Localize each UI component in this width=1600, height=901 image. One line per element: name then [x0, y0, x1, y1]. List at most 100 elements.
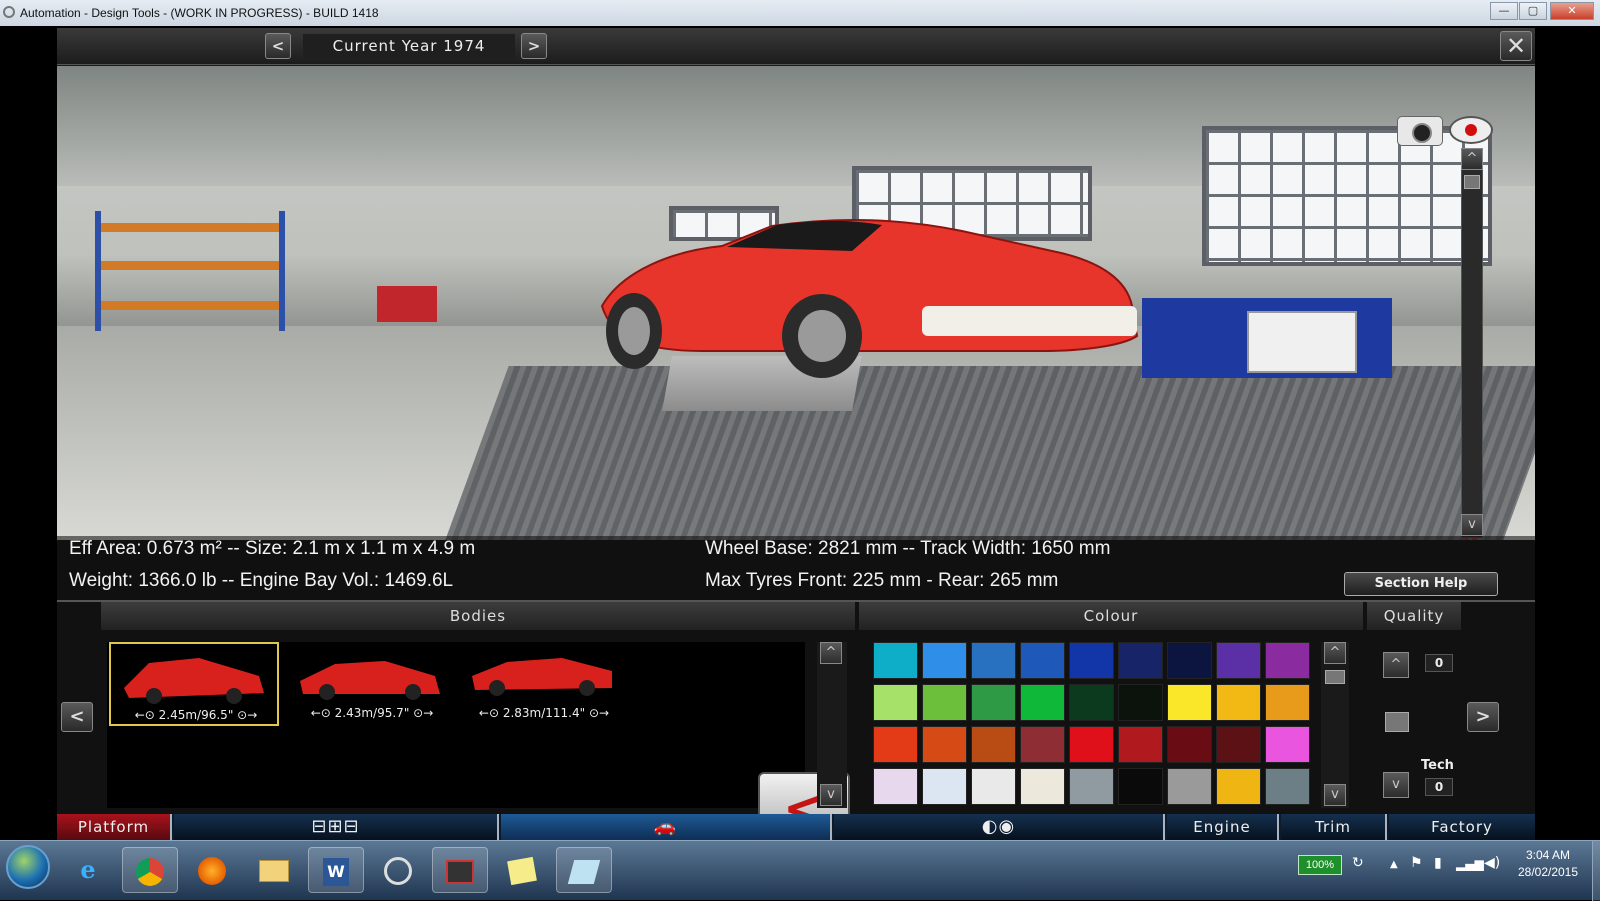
word-icon[interactable]: W — [308, 847, 364, 893]
colour-swatch[interactable] — [1265, 684, 1310, 721]
app-icon[interactable] — [370, 847, 426, 893]
tab-factory[interactable]: Factory — [1389, 814, 1535, 840]
screenshot-camera-icon[interactable] — [1397, 116, 1443, 146]
clock-date[interactable]: 28/02/2015 — [1508, 865, 1588, 879]
body-caption: ←⊙ 2.43m/95.7" ⊙→ — [310, 706, 434, 720]
colour-swatch[interactable] — [1167, 726, 1212, 763]
colour-swatch[interactable] — [1265, 642, 1310, 679]
car-model — [600, 218, 1139, 378]
3d-viewport[interactable]: ^ v ✕ — [57, 66, 1535, 540]
colour-swatch[interactable] — [1020, 684, 1065, 721]
colour-swatch[interactable] — [1020, 768, 1065, 805]
colour-swatch[interactable] — [971, 684, 1016, 721]
tab-lights[interactable]: ◐◉ — [834, 814, 1165, 840]
tab-trim[interactable]: Trim — [1281, 814, 1387, 840]
bodies-scrollbar[interactable]: ^ v — [817, 642, 847, 808]
window-close-button[interactable]: ✕ — [1550, 2, 1594, 20]
colour-swatch[interactable] — [873, 642, 918, 679]
colour-swatch[interactable] — [1069, 726, 1114, 763]
colour-swatch[interactable] — [971, 726, 1016, 763]
colour-swatch[interactable] — [1118, 642, 1163, 679]
quality-up-button[interactable]: ^ — [1383, 652, 1409, 678]
start-button[interactable] — [6, 845, 50, 889]
colour-swatch[interactable] — [873, 684, 918, 721]
colour-swatch[interactable] — [1216, 684, 1261, 721]
colour-scroll-up-button[interactable]: ^ — [1324, 642, 1346, 664]
close-designer-button[interactable]: ✕ — [1500, 31, 1532, 61]
maximize-button[interactable]: ▢ — [1519, 2, 1547, 20]
file-explorer-icon[interactable] — [246, 847, 302, 893]
colour-swatch[interactable] — [1069, 768, 1114, 805]
colour-swatch[interactable] — [1167, 768, 1212, 805]
colour-swatch[interactable] — [1069, 642, 1114, 679]
colour-swatch[interactable] — [922, 684, 967, 721]
minimize-button[interactable]: — — [1490, 2, 1518, 20]
volume-icon[interactable]: ◀) — [1484, 855, 1500, 871]
chrome-icon[interactable] — [122, 847, 178, 893]
colour-swatch[interactable] — [1265, 726, 1310, 763]
colour-scroll-thumb[interactable] — [1325, 670, 1345, 684]
zoom-scrollbar[interactable]: ^ v — [1461, 148, 1483, 538]
colour-swatch[interactable] — [1069, 684, 1114, 721]
body-card[interactable]: ←⊙ 2.83m/111.4" ⊙→ — [459, 642, 629, 726]
colour-swatch[interactable] — [873, 726, 918, 763]
stat-wheelbase-track: Wheel Base: 2821 mm -- Track Width: 1650… — [705, 538, 1111, 559]
stats-overlay: Eff Area: 0.673 m² -- Size: 2.1 m x 1.1 … — [57, 536, 1535, 600]
show-hidden-icons-icon[interactable]: ▲ — [1390, 859, 1398, 870]
quality-slider-thumb[interactable] — [1385, 712, 1409, 732]
colour-swatch[interactable] — [1167, 642, 1212, 679]
colour-swatch[interactable] — [1020, 642, 1065, 679]
colour-swatch[interactable] — [1265, 768, 1310, 805]
next-section-button[interactable]: > — [1467, 702, 1499, 732]
sync-icon[interactable]: ↻ — [1352, 855, 1364, 871]
colour-swatch[interactable] — [1167, 684, 1212, 721]
colour-swatch[interactable] — [1118, 726, 1163, 763]
prev-year-button[interactable]: < — [265, 33, 291, 59]
zoom-scroll-thumb[interactable] — [1464, 175, 1480, 189]
shelf-bar — [101, 301, 279, 310]
body-thumbnail — [124, 658, 264, 704]
tech-value: 0 — [1425, 778, 1453, 796]
colour-swatch[interactable] — [873, 768, 918, 805]
colour-swatch[interactable] — [1020, 726, 1065, 763]
battery-indicator[interactable]: 100% — [1298, 855, 1342, 875]
bodies-scroll-up-button[interactable]: ^ — [820, 642, 842, 664]
photo-viewer-icon[interactable] — [432, 847, 488, 893]
colour-swatch[interactable] — [922, 642, 967, 679]
colour-scroll-down-button[interactable]: v — [1324, 784, 1346, 806]
colour-swatch[interactable] — [922, 768, 967, 805]
network-signal-icon[interactable]: ▂▄▆ — [1456, 857, 1484, 871]
colour-swatch[interactable] — [1118, 684, 1163, 721]
sticky-notes-icon[interactable] — [494, 847, 550, 893]
colour-swatch[interactable] — [922, 726, 967, 763]
firefox-icon[interactable] — [184, 847, 240, 893]
action-center-flag-icon[interactable]: ⚑ — [1410, 855, 1423, 871]
colour-scrollbar[interactable]: ^ v — [1321, 642, 1349, 808]
section-help-button[interactable]: Section Help — [1344, 572, 1498, 596]
show-desktop-button[interactable] — [1592, 841, 1600, 901]
internet-explorer-icon[interactable]: e — [60, 847, 116, 893]
quality-down-button[interactable]: v — [1383, 772, 1409, 798]
body-card[interactable]: ←⊙ 2.43m/95.7" ⊙→ — [287, 642, 457, 726]
bodies-scroll-down-button[interactable]: v — [820, 784, 842, 806]
tab-chassis[interactable]: ⊟⊞⊟ — [174, 814, 499, 840]
tab-platform[interactable]: Platform — [57, 814, 172, 840]
power-icon[interactable]: ▮ — [1434, 855, 1442, 871]
clock-time[interactable]: 3:04 AM — [1508, 848, 1588, 862]
next-year-button[interactable]: > — [521, 33, 547, 59]
body-caption: ←⊙ 2.45m/96.5" ⊙→ — [134, 708, 258, 722]
colour-swatch[interactable] — [1216, 726, 1261, 763]
previous-section-button[interactable]: < — [61, 702, 93, 732]
colour-swatch[interactable] — [971, 642, 1016, 679]
colour-swatch[interactable] — [971, 768, 1016, 805]
automation-icon[interactable] — [556, 847, 612, 893]
zoom-up-button[interactable]: ^ — [1461, 148, 1483, 170]
tab-engine[interactable]: Engine — [1167, 814, 1279, 840]
colour-swatch[interactable] — [1216, 768, 1261, 805]
current-year-label: Current Year 1974 — [303, 34, 515, 58]
view-toggle-eye-icon[interactable] — [1449, 116, 1493, 144]
body-card[interactable]: ←⊙ 2.45m/96.5" ⊙→ — [109, 642, 279, 726]
colour-swatch[interactable] — [1118, 768, 1163, 805]
colour-swatch[interactable] — [1216, 642, 1261, 679]
tab-body[interactable]: 🚗 — [501, 814, 832, 840]
